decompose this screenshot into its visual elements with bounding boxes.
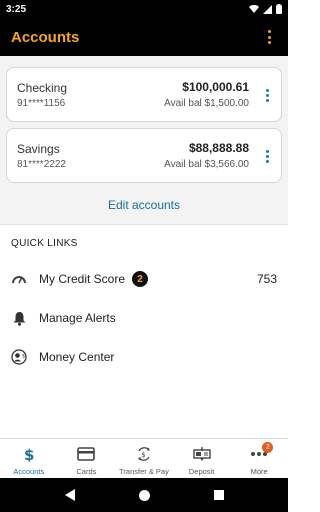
overflow-menu-icon[interactable] (261, 25, 277, 49)
quick-links-header: QUICK LINKS (11, 238, 78, 249)
app-bar: Accounts (0, 18, 288, 56)
quick-link-label: Money Center (39, 350, 115, 364)
account-card-savings[interactable]: Savings 81****2222 $88,888.88 Avail bal … (6, 128, 282, 183)
credit-score-value: 753 (256, 272, 277, 286)
home-icon[interactable] (138, 489, 150, 501)
account-options-icon[interactable] (263, 86, 271, 104)
recents-icon[interactable] (213, 490, 224, 500)
deposit-icon (192, 445, 211, 463)
quick-link-money-center[interactable]: $ Money Center (0, 339, 288, 375)
account-number: 91****1156 (17, 98, 66, 109)
credit-score-badge: 2 (132, 271, 149, 287)
account-balance: $88,888.88 (188, 141, 249, 155)
account-options-icon[interactable] (263, 147, 271, 165)
svg-text:$: $ (141, 451, 145, 459)
quick-link-label: Manage Alerts (39, 311, 116, 325)
more-badge: 2 (262, 442, 274, 453)
quick-links-section: QUICK LINKS My Credit Score 2 753 Manage… (0, 224, 288, 438)
status-icons (249, 4, 282, 14)
account-name: Checking (17, 81, 68, 95)
nav-label: Deposit (188, 467, 215, 476)
nav-accounts[interactable]: $ Accounts (0, 439, 58, 478)
signal-icon (263, 4, 272, 14)
nav-transfer-pay[interactable]: $ Transfer & Pay (115, 439, 173, 478)
account-name: Savings (17, 142, 60, 156)
battery-icon (276, 4, 282, 14)
page-title: Accounts (11, 28, 80, 46)
system-navigation-bar (0, 478, 288, 512)
nav-label: Transfer & Pay (119, 467, 169, 476)
nav-more[interactable]: 2 More (230, 439, 288, 478)
transfer-icon: $ (135, 445, 153, 463)
svg-text:$: $ (22, 354, 25, 360)
svg-text:$: $ (24, 446, 34, 462)
nav-deposit[interactable]: Deposit (173, 439, 231, 478)
card-icon (77, 445, 96, 463)
account-card-checking[interactable]: Checking 91****1156 $100,000.61 Avail ba… (6, 67, 282, 122)
available-balance: Avail bal $3,566.00 (164, 159, 249, 170)
wifi-icon (249, 4, 259, 13)
nav-label: More (250, 467, 268, 476)
back-icon[interactable] (64, 489, 75, 501)
main-content: Checking 91****1156 $100,000.61 Avail ba… (0, 56, 288, 438)
bell-icon (11, 310, 27, 326)
account-balance: $100,000.61 (182, 80, 249, 94)
quick-link-manage-alerts[interactable]: Manage Alerts (0, 300, 288, 336)
status-bar: 3:25 (0, 0, 288, 18)
nav-cards[interactable]: Cards (58, 439, 116, 478)
status-time: 3:25 (6, 3, 27, 15)
dollar-icon: $ (20, 445, 38, 463)
bottom-navigation: $ Accounts Cards $ Transfer & Pay Deposi… (0, 438, 288, 478)
nav-label: Cards (76, 467, 97, 476)
quick-link-credit-score[interactable]: My Credit Score 2 753 (0, 261, 288, 297)
available-balance: Avail bal $1,500.00 (164, 98, 249, 109)
gauge-icon (11, 271, 27, 287)
quick-link-label: My Credit Score (39, 272, 126, 286)
edit-accounts-link[interactable]: Edit accounts (0, 198, 288, 212)
money-center-icon: $ (11, 349, 27, 365)
account-number: 81****2222 (17, 159, 66, 170)
nav-label: Accounts (13, 467, 45, 476)
